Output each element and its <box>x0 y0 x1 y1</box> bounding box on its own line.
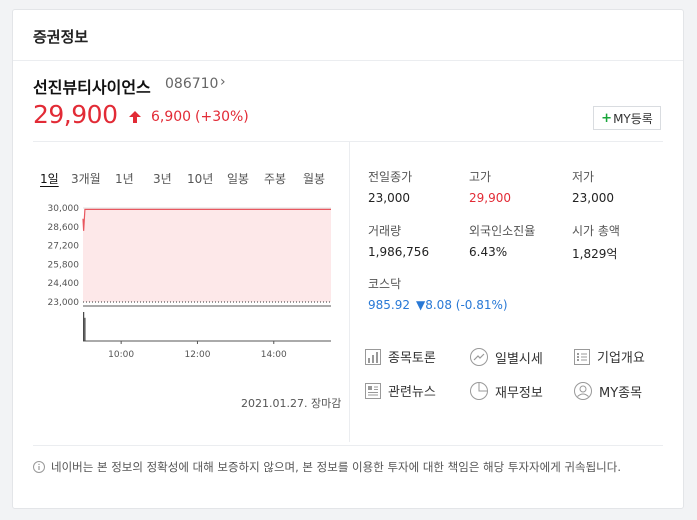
stat-volume: 거래량 1,986,756 <box>368 222 429 259</box>
volume-label: 거래량 <box>368 224 402 238</box>
column-divider <box>349 142 350 442</box>
stat-market-cap: 시가 총액 1,829억 <box>572 222 620 262</box>
my-register-label: MY등록 <box>613 111 653 126</box>
y-tick-label: 25,800 <box>48 260 80 270</box>
price-change: 6,900 <box>151 109 192 125</box>
y-tick-label: 23,000 <box>48 298 80 308</box>
kosdaq-value: 985.92 <box>368 298 410 312</box>
link-daily-price-label: 일별시세 <box>495 351 543 367</box>
kosdaq-label: 코스닥 <box>368 277 402 291</box>
bar-chart-icon <box>365 348 381 365</box>
x-tick-label: 10:00 <box>108 350 134 360</box>
chart-date-label: 2021.01.27. 장마감 <box>241 397 342 410</box>
stat-high: 고가 29,900 <box>469 168 511 205</box>
stock-code[interactable]: 086710 <box>165 76 218 92</box>
link-discussion-label: 종목토론 <box>388 351 436 366</box>
news-icon <box>365 382 381 399</box>
tab-1day[interactable]: 1일 <box>40 170 59 187</box>
tab-weekly[interactable]: 주봉 <box>264 170 286 187</box>
link-my-stocks-label: MY종목 <box>599 385 643 401</box>
link-company-overview[interactable]: 기업개요 <box>573 347 645 366</box>
volume-bar <box>83 312 85 341</box>
stat-kosdaq: 코스닥 985.92 ▼8.08 (-0.81%) <box>368 275 508 312</box>
my-register-button[interactable]: + MY등록 <box>593 106 661 130</box>
volume-bar <box>84 317 86 341</box>
disclaimer-text: 네이버는 본 정보의 정확성에 대해 보증하지 않으며, 본 정보를 이용한 투… <box>51 460 621 474</box>
info-icon <box>33 461 45 473</box>
kosdaq-change: ▼8.08 (-0.81%) <box>416 298 508 312</box>
footer-divider <box>33 445 663 446</box>
volume-value: 1,986,756 <box>368 245 430 259</box>
low-value: 23,000 <box>572 191 614 205</box>
tab-1year[interactable]: 1년 <box>115 170 134 187</box>
market-cap-label: 시가 총액 <box>572 224 620 238</box>
link-financials[interactable]: 재무정보 <box>469 381 543 401</box>
link-company-overview-label: 기업개요 <box>597 351 645 366</box>
list-icon <box>574 348 590 365</box>
arrow-up-icon <box>129 111 141 123</box>
tab-daily[interactable]: 일봉 <box>227 170 249 187</box>
link-financials-label: 재무정보 <box>495 385 543 401</box>
stat-foreign-ratio: 외국인소진율 6.43% <box>469 222 535 259</box>
intraday-price-chart[interactable]: 30,000 28,600 27,200 25,800 24,400 23,000 10:0… <box>33 196 335 366</box>
x-tick-label: 12:00 <box>184 350 210 360</box>
stat-low: 저가 23,000 <box>572 168 614 205</box>
user-icon <box>574 382 592 400</box>
x-tick-label: 14:00 <box>261 350 287 360</box>
low-label: 저가 <box>572 170 595 184</box>
link-daily-price[interactable]: 일별시세 <box>469 347 543 367</box>
foreign-ratio-label: 외국인소진율 <box>469 224 536 238</box>
link-my-stocks[interactable]: MY종목 <box>573 381 642 401</box>
high-label: 고가 <box>469 170 492 184</box>
foreign-ratio-value: 6.43% <box>469 245 508 259</box>
current-price: 29,900 <box>33 100 118 129</box>
section-divider <box>33 141 663 142</box>
tab-monthly[interactable]: 월봉 <box>303 170 325 187</box>
price-area <box>83 209 331 302</box>
stat-prev-close: 전일종가 23,000 <box>368 168 412 205</box>
tab-10years[interactable]: 10년 <box>187 170 213 187</box>
stock-info-card: 증권정보 선진뷰티사이언스 086710 › 29,900 6,900 (+30… <box>12 9 684 509</box>
y-tick-label: 24,400 <box>48 279 80 289</box>
link-discussion[interactable]: 종목토론 <box>364 347 436 366</box>
tab-3years[interactable]: 3년 <box>153 170 172 187</box>
y-tick-label: 28,600 <box>48 223 80 233</box>
market-cap-value: 1,829억 <box>572 247 618 261</box>
price-change-percent: (+30%) <box>195 109 249 125</box>
plus-icon: + <box>601 110 613 126</box>
card-title: 증권정보 <box>33 28 89 46</box>
chevron-right-icon[interactable]: › <box>220 74 226 90</box>
prev-close-label: 전일종가 <box>368 170 413 184</box>
tab-3months[interactable]: 3개월 <box>71 170 101 187</box>
stock-name[interactable]: 선진뷰티사이언스 <box>33 74 151 98</box>
link-related-news[interactable]: 관련뉴스 <box>364 381 436 400</box>
y-tick-label: 27,200 <box>48 242 80 252</box>
pie-icon <box>470 382 488 400</box>
y-tick-label: 30,000 <box>48 204 80 214</box>
high-value: 29,900 <box>469 191 511 205</box>
header-divider <box>13 60 683 61</box>
link-related-news-label: 관련뉴스 <box>388 385 436 400</box>
trend-icon <box>470 348 488 366</box>
prev-close-value: 23,000 <box>368 191 410 205</box>
